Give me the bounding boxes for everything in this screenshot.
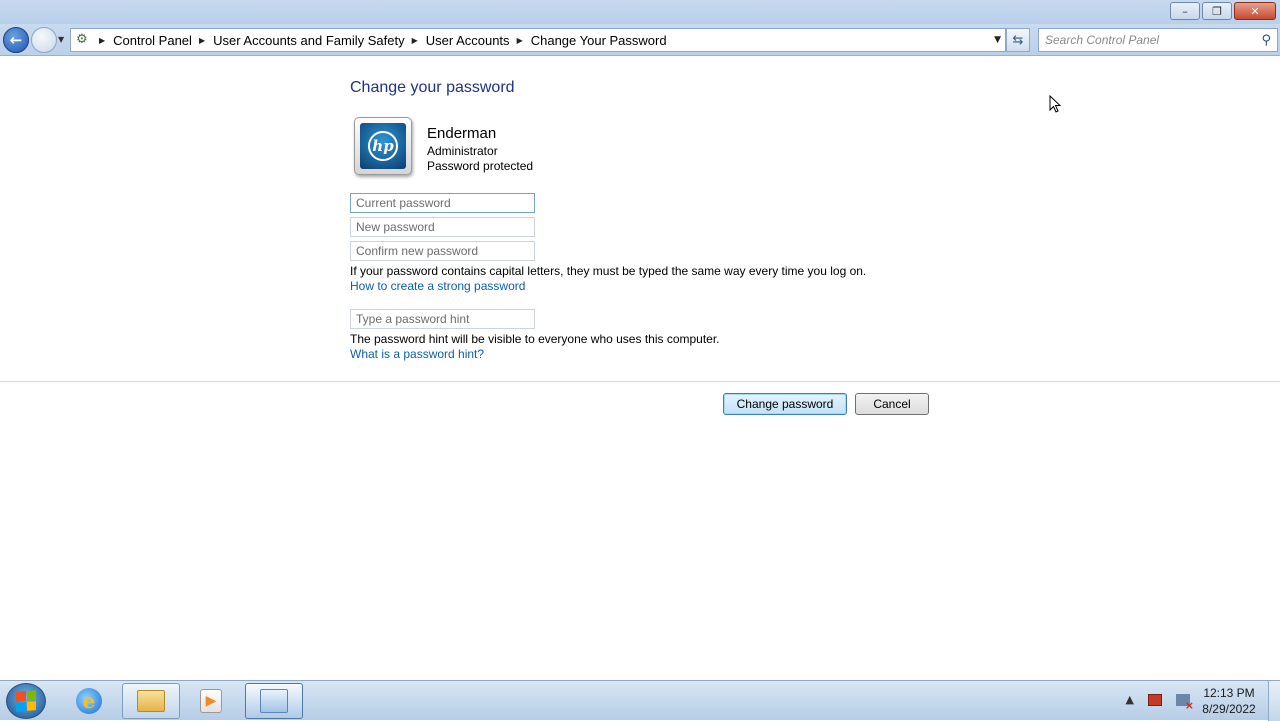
chevron-down-icon[interactable]: ▼ <box>994 35 1001 45</box>
media-player-icon: ▶ <box>200 689 222 713</box>
clock-time: 12:13 PM <box>1203 686 1255 700</box>
forward-button[interactable] <box>31 27 57 53</box>
change-password-button[interactable]: Change password <box>723 393 847 415</box>
restore-icon: ❐ <box>1212 4 1222 18</box>
hp-logo-icon: hp <box>368 131 398 161</box>
clock[interactable]: 12:13 PM 8/29/2022 <box>1196 685 1262 717</box>
maximize-button[interactable]: ❐ <box>1202 2 1232 20</box>
hint-visibility-note: The password hint will be visible to eve… <box>350 332 720 346</box>
windows-logo-icon <box>16 690 36 712</box>
breadcrumb-change-your-password[interactable]: Change Your Password <box>531 33 667 48</box>
action-center-flag-icon[interactable] <box>1148 693 1162 706</box>
confirm-password-input[interactable] <box>350 241 535 261</box>
current-password-input[interactable] <box>350 193 535 213</box>
user-name: Enderman <box>427 125 497 142</box>
search-icon[interactable]: ⚲ <box>1261 33 1271 48</box>
avatar: hp <box>354 117 412 175</box>
back-button[interactable]: ← <box>3 27 29 53</box>
control-panel-icon <box>260 689 288 713</box>
taskbar-control-panel[interactable] <box>245 683 303 719</box>
user-role: Administrator <box>427 144 498 158</box>
cancel-button[interactable]: Cancel <box>855 393 929 415</box>
page-title: Change your password <box>350 79 515 96</box>
divider <box>0 381 1280 382</box>
start-button[interactable] <box>6 683 46 719</box>
title-bar: – ❐ ✕ <box>0 0 1280 24</box>
clock-date: 8/29/2022 <box>1202 702 1256 716</box>
show-hidden-icons-icon[interactable]: ▲ <box>1126 693 1134 706</box>
minimize-icon: – <box>1182 4 1188 18</box>
capital-letters-note: If your password contains capital letter… <box>350 264 867 278</box>
search-box[interactable]: Search Control Panel ⚲ <box>1038 28 1278 52</box>
refresh-button[interactable]: ⇆ <box>1006 28 1030 52</box>
main-content: Change your password hp Enderman Adminis… <box>0 57 1280 680</box>
folder-icon <box>137 690 165 712</box>
control-panel-icon: ⚙ <box>76 32 88 47</box>
taskbar: e ▶ ▲ 12:13 PM 8/29/2022 <box>0 680 1280 721</box>
close-icon: ✕ <box>1250 4 1260 18</box>
close-button[interactable]: ✕ <box>1234 2 1276 20</box>
navigation-bar: ← ▼ ⚙ ▶ Control Panel ▶ User Accounts an… <box>0 24 1280 56</box>
breadcrumb-user-accounts-family-safety[interactable]: User Accounts and Family Safety <box>213 33 404 48</box>
internet-explorer-icon: e <box>76 688 102 714</box>
mouse-cursor-icon <box>1049 95 1061 113</box>
chevron-right-icon[interactable]: ▶ <box>99 36 105 45</box>
window-controls: – ❐ ✕ <box>1168 2 1276 20</box>
taskbar-internet-explorer[interactable]: e <box>60 683 118 719</box>
password-hint-link[interactable]: What is a password hint? <box>350 347 484 361</box>
chevron-right-icon[interactable]: ▶ <box>199 36 205 45</box>
taskbar-media-player[interactable]: ▶ <box>182 683 240 719</box>
network-disconnected-icon[interactable] <box>1176 693 1194 712</box>
recent-pages-dropdown[interactable]: ▼ <box>58 35 64 44</box>
user-status: Password protected <box>427 159 534 173</box>
refresh-icon: ⇆ <box>1012 32 1024 48</box>
minimize-button[interactable]: – <box>1170 2 1200 20</box>
password-hint-input[interactable] <box>350 309 535 329</box>
show-desktop-button[interactable] <box>1268 681 1280 721</box>
new-password-input[interactable] <box>350 217 535 237</box>
strong-password-link[interactable]: How to create a strong password <box>350 279 525 293</box>
system-tray: ▲ <box>1126 693 1194 712</box>
breadcrumb-control-panel[interactable]: Control Panel <box>113 33 192 48</box>
arrow-left-icon: ← <box>9 31 23 49</box>
search-input[interactable]: Search Control Panel <box>1045 33 1159 47</box>
address-bar[interactable]: ⚙ ▶ Control Panel ▶ User Accounts and Fa… <box>70 28 1006 52</box>
chevron-right-icon[interactable]: ▶ <box>517 36 523 45</box>
chevron-right-icon[interactable]: ▶ <box>412 36 418 45</box>
breadcrumb-user-accounts[interactable]: User Accounts <box>426 33 510 48</box>
taskbar-windows-explorer[interactable] <box>122 683 180 719</box>
